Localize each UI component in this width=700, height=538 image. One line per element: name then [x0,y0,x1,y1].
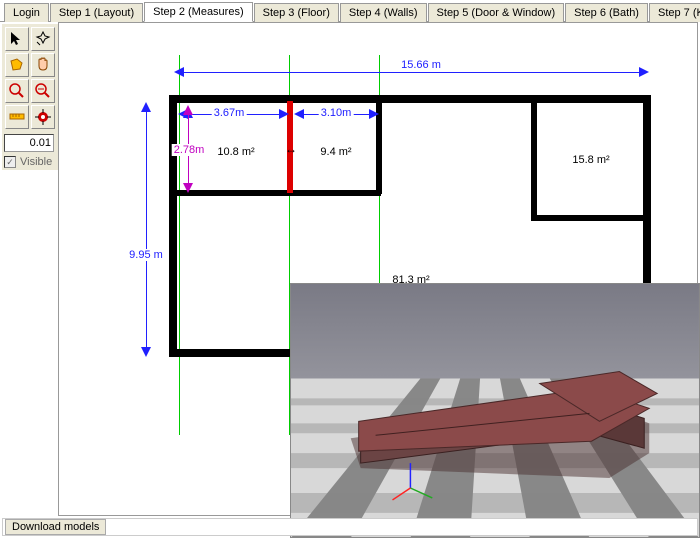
dim-total-width: 15.66 m [399,59,443,71]
ruler-tool[interactable] [5,105,29,129]
status-bar: Download models [2,518,698,536]
hand-tool[interactable] [31,53,55,77]
tab-step3[interactable]: Step 3 (Floor) [254,3,339,22]
dim-arrow [369,109,384,119]
dim-room2-width: 3.10m [319,107,354,119]
numeric-input[interactable] [4,134,54,152]
visible-label: Visible [20,156,52,168]
dim-arrow [141,347,151,362]
dim-room1-width: 3.67m [212,107,247,119]
pointer-icon [8,30,26,48]
wall [169,95,177,355]
tab-step2[interactable]: Step 2 (Measures) [144,2,252,22]
area-room1: 10.8 m² [217,146,254,158]
visible-checkbox[interactable]: ✓ [4,156,16,168]
dim-arrow [639,67,654,77]
tab-strip: Login Step 1 (Layout) Step 2 (Measures) … [0,0,700,22]
hand-icon [34,56,52,74]
edit-tool[interactable] [31,27,55,51]
dim-total-height: 9.95 m [127,249,165,261]
spark-icon [34,30,52,48]
tab-step5[interactable]: Step 5 (Door & Window) [428,3,565,22]
zoom-out-tool[interactable] [31,79,55,103]
wall [169,95,651,103]
tab-step1[interactable]: Step 1 (Layout) [50,3,143,22]
checker-floor [291,284,699,538]
download-models-button[interactable]: Download models [5,519,106,535]
dim-room-height: 2.78m [172,144,207,156]
pointer-tool[interactable] [5,27,29,51]
tab-login[interactable]: Login [4,3,49,22]
zoom-in-tool[interactable] [5,79,29,103]
target-tool[interactable] [31,105,55,129]
tab-step7[interactable]: Step 7 (Kitchen) [649,3,700,22]
ruler-icon [8,108,26,126]
tab-step4[interactable]: Step 4 (Walls) [340,3,427,22]
target-icon [34,108,52,126]
polygon-icon [8,56,26,74]
dim-arrow [183,183,193,198]
polygon-tool[interactable] [5,53,29,77]
magnify-plus-icon [8,82,26,100]
wall [173,190,381,196]
wall [531,215,647,221]
dim-line [146,107,147,351]
magnify-minus-icon [34,82,52,100]
toolbar: ✓ Visible [2,24,58,170]
area-room3: 15.8 m² [572,154,609,166]
tab-step6[interactable]: Step 6 (Bath) [565,3,648,22]
preview-3d[interactable] [290,283,700,538]
dim-line [181,72,641,73]
drag-handle[interactable]: ↔ [285,142,295,152]
area-room2: 9.4 m² [320,146,351,158]
wall [531,99,537,219]
